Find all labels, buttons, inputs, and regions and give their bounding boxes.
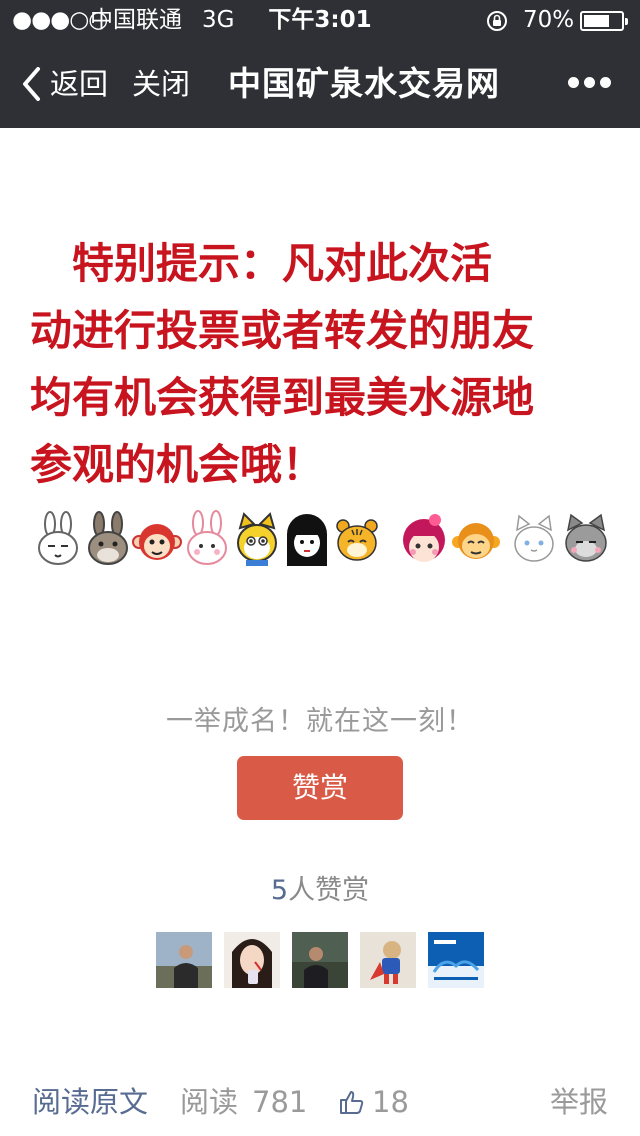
yellow-cat-icon bbox=[237, 512, 277, 566]
battery-level bbox=[584, 15, 609, 27]
notice-line: 特别提示：凡对此次活 bbox=[30, 239, 493, 288]
reward-count-number: 5 bbox=[270, 875, 289, 906]
battery-percent: 70% bbox=[523, 7, 575, 33]
rabbit-icon bbox=[38, 511, 78, 565]
article-footer: 阅读原文 阅读 781 18 举报 bbox=[0, 1080, 640, 1130]
avatar-woman-drinking[interactable] bbox=[224, 932, 280, 988]
read-count: 781 bbox=[252, 1085, 308, 1119]
emoji-row bbox=[33, 510, 613, 574]
pink-bunny-icon bbox=[187, 510, 227, 565]
back-chevron-icon[interactable] bbox=[20, 66, 42, 102]
thumbs-up-icon[interactable] bbox=[338, 1089, 366, 1115]
more-options-icon[interactable] bbox=[566, 76, 614, 90]
orange-monkey-icon bbox=[452, 523, 500, 559]
tiger-icon bbox=[336, 519, 378, 561]
notice-line: 动进行投票或者转发的朋友 bbox=[30, 306, 535, 355]
monkey-icon bbox=[132, 524, 182, 560]
pink-girl-icon bbox=[403, 514, 445, 562]
report-link[interactable]: 举报 bbox=[550, 1080, 608, 1124]
nav-bar: 返回 关闭 中国矿泉水交易网 bbox=[0, 40, 640, 128]
black-hair-girl-icon bbox=[287, 514, 327, 566]
rotation-lock-icon bbox=[487, 11, 507, 31]
avatar-brand-logo[interactable] bbox=[428, 932, 484, 988]
special-notice: 特别提示：凡对此次活 动进行投票或者转发的朋友 均有机会获得到最美水源地 参观的… bbox=[30, 230, 610, 498]
page-title: 中国矿泉水交易网 bbox=[228, 64, 500, 103]
white-cat-icon bbox=[514, 514, 554, 562]
read-count-label: 阅读 bbox=[180, 1085, 239, 1119]
avatar-toy-figure[interactable] bbox=[360, 932, 416, 988]
read-original-link[interactable]: 阅读原文 bbox=[32, 1080, 148, 1124]
reward-button[interactable]: 赞赏 bbox=[237, 756, 403, 820]
notice-line: 均有机会获得到最美水源地 bbox=[30, 373, 535, 422]
notice-line: 参观的机会哦！ bbox=[30, 440, 325, 489]
avatar-man-outdoors[interactable] bbox=[156, 932, 212, 988]
reward-count-label: 人赞赏 bbox=[288, 875, 370, 906]
back-button[interactable]: 返回 bbox=[50, 64, 108, 104]
avatar-man-in-suit[interactable] bbox=[292, 932, 348, 988]
close-button[interactable]: 关闭 bbox=[132, 64, 190, 104]
grey-cat-icon bbox=[565, 513, 607, 562]
battery-icon bbox=[580, 11, 628, 31]
slogan-text: 一举成名！就在这一刻！ bbox=[166, 706, 474, 737]
like-count[interactable]: 18 bbox=[372, 1080, 409, 1124]
reward-count: 5人赞赏 bbox=[0, 872, 640, 910]
status-bar: ●●●○○ 中国联通 3G 下午3:01 70% bbox=[0, 0, 640, 40]
top-bar: ●●●○○ 中国联通 3G 下午3:01 70% 返回 关闭 中国矿泉水交易网 bbox=[0, 0, 640, 128]
donkey-icon bbox=[88, 511, 128, 565]
